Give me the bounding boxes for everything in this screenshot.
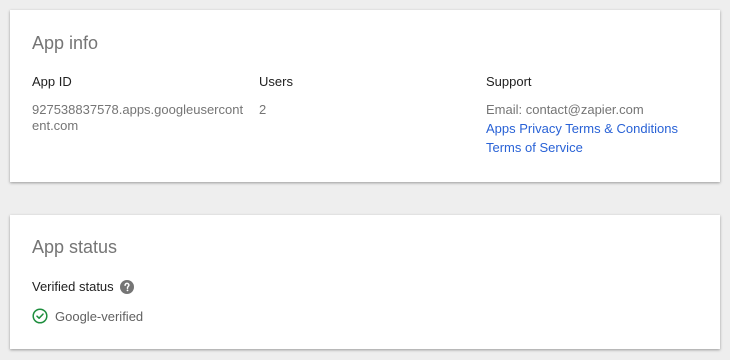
google-verified-value: Google-verified	[55, 308, 144, 324]
support-email: Email: contact@zapier.com	[486, 102, 644, 117]
support-label: Support	[486, 74, 532, 89]
app-status-card: App status Verified status Google-verifi…	[10, 215, 720, 349]
verified-status-row: Verified status	[32, 279, 134, 294]
privacy-terms-link[interactable]: Apps Privacy Terms & Conditions	[486, 119, 716, 138]
app-id-label: App ID	[32, 74, 72, 89]
check-circle-icon	[32, 308, 48, 324]
support-column: Support Email: contact@zapier.com Apps P…	[486, 74, 716, 157]
users-label: Users	[259, 74, 293, 89]
verified-status-label: Verified status	[32, 279, 114, 294]
app-status-title: App status	[32, 237, 118, 257]
help-circle-icon[interactable]	[119, 279, 134, 294]
users-value: 2	[259, 102, 267, 117]
google-verified-row: Google-verified	[32, 308, 143, 324]
app-id-value: 927538837578.apps.googleusercontent.com	[32, 102, 244, 133]
users-column: Users 2	[259, 74, 459, 118]
app-info-title: App info	[32, 33, 99, 53]
app-id-column: App ID 927538837578.apps.googleuserconte…	[32, 74, 247, 134]
terms-of-service-link[interactable]: Terms of Service	[486, 138, 716, 157]
app-info-card: App info App ID 927538837578.apps.google…	[10, 10, 720, 182]
